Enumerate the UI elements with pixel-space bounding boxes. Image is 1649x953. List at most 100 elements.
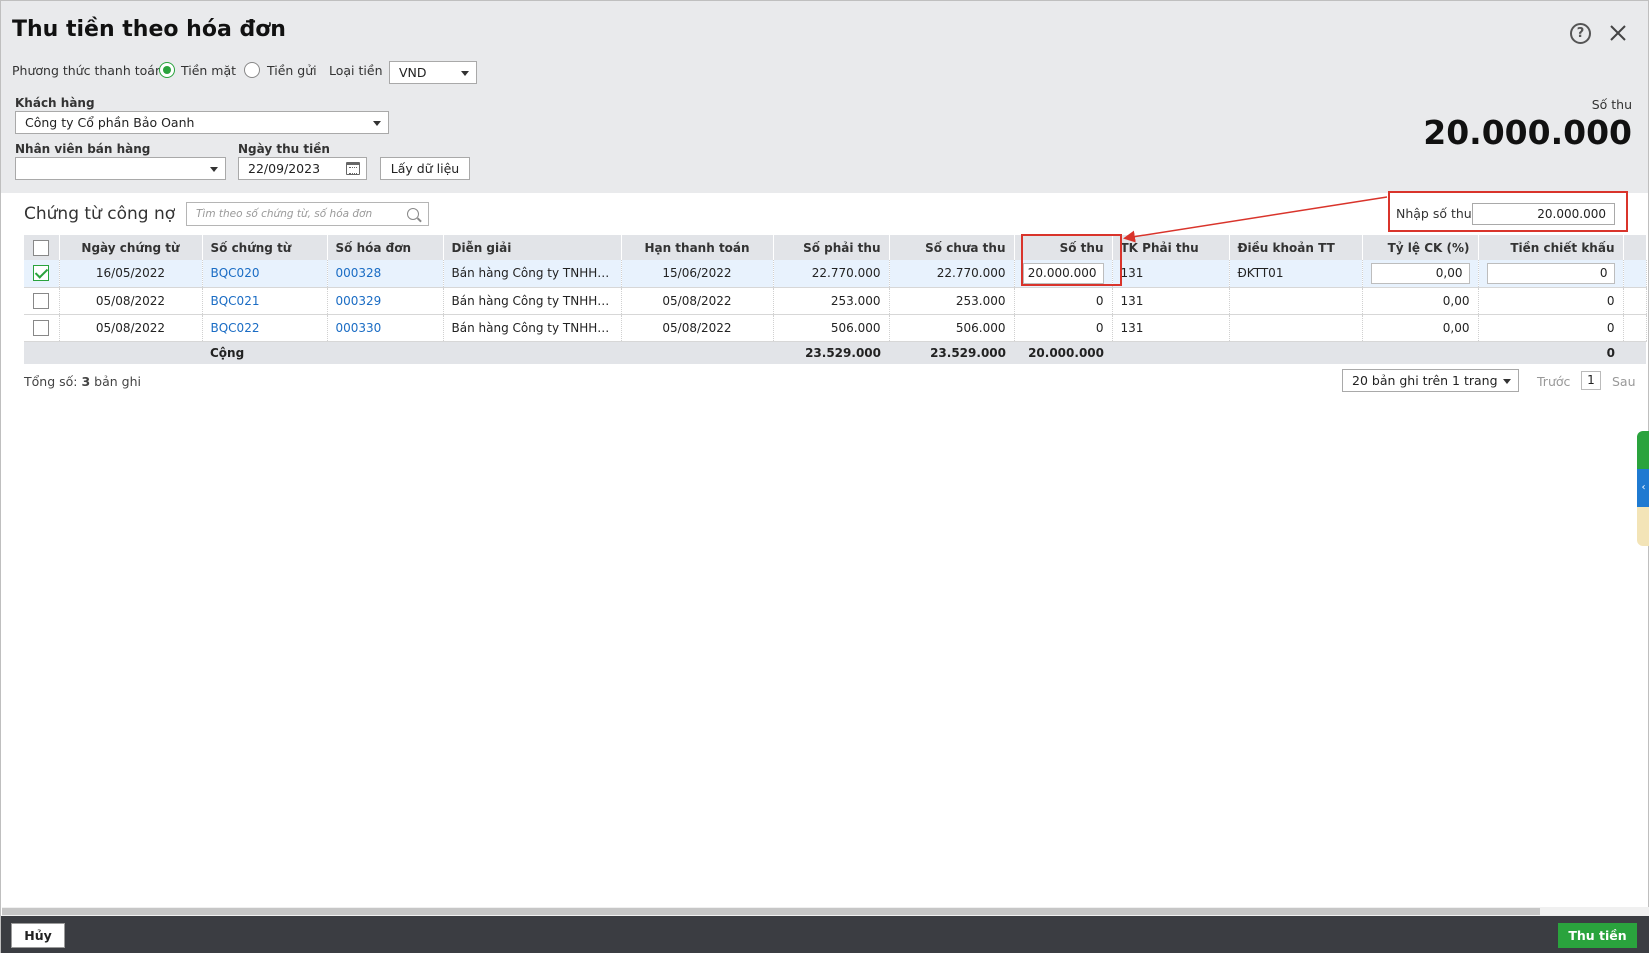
cell-voucher-link[interactable]: BQC020 (202, 260, 328, 288)
radio-cash-label[interactable]: Tiền mặt (181, 63, 236, 78)
side-panel-tab[interactable]: ‹ (1637, 431, 1649, 546)
cell-terms (1229, 287, 1363, 315)
cell-discount[interactable]: 0 (1478, 287, 1624, 315)
cell-desc: Bán hàng Công ty TNHH Bảo Oanh (443, 314, 622, 342)
col-header[interactable]: Số hóa đơn (327, 235, 444, 260)
table-row[interactable]: 05/08/2022 BQC022 000330 Bán hàng Công t… (24, 314, 1647, 342)
radio-cash[interactable] (159, 62, 175, 78)
cell-spacer (1623, 260, 1647, 288)
cell-received[interactable]: 0 (1014, 287, 1113, 315)
currency-select[interactable]: VND (389, 61, 477, 84)
total-empty (1623, 341, 1646, 364)
search-icon[interactable] (407, 208, 419, 220)
page-size-select[interactable]: 20 bản ghi trên 1 trang (1342, 369, 1519, 392)
chevron-down-icon (210, 167, 218, 172)
total-empty (24, 341, 59, 364)
radio-deposit-label[interactable]: Tiền gửi (267, 63, 317, 78)
help-icon[interactable]: ? (1570, 23, 1591, 44)
customer-select[interactable]: Công ty Cổ phần Bảo Oanh (15, 111, 389, 134)
cell-due: 15/06/2022 (621, 260, 774, 288)
next-page-button[interactable]: Sau (1612, 374, 1636, 389)
cell-discount[interactable]: 0 (1478, 314, 1624, 342)
cell-invoice-link[interactable]: 000329 (327, 287, 444, 315)
cell-invoice-link[interactable]: 000328 (327, 260, 444, 288)
cell-due: 05/08/2022 (621, 287, 774, 315)
currency-label: Loại tiền (329, 63, 383, 78)
col-header[interactable]: Hạn thanh toán (621, 235, 774, 260)
payment-method-label: Phương thức thanh toán (12, 63, 163, 78)
search-input[interactable]: Tìm theo số chứng từ, số hóa đơn (186, 202, 429, 226)
cell-account: 131 (1112, 260, 1230, 288)
total-receivable: 23.529.000 (773, 341, 889, 364)
total-empty (59, 341, 202, 364)
collect-payment-button[interactable]: Thu tiền (1558, 923, 1637, 948)
select-all-checkbox[interactable] (33, 239, 50, 256)
cell-invoice-link[interactable]: 000330 (327, 314, 444, 342)
total-label: Cộng (202, 341, 327, 364)
cell-receivable: 253.000 (773, 287, 890, 315)
col-header-spacer (1623, 235, 1647, 260)
prev-page-button[interactable]: Trước (1537, 374, 1570, 389)
col-header[interactable]: Điều khoản TT (1229, 235, 1363, 260)
current-page[interactable]: 1 (1581, 371, 1601, 390)
cell-account: 131 (1112, 287, 1230, 315)
col-header[interactable]: Tỷ lệ CK (%) (1362, 235, 1479, 260)
calendar-icon[interactable] (346, 162, 360, 175)
receipt-amount-value: 20.000.000 (1423, 113, 1632, 152)
date-field[interactable]: 22/09/2023 (238, 157, 367, 180)
salesperson-select[interactable] (15, 157, 226, 180)
cell-terms (1229, 314, 1363, 342)
cell-receivable: 506.000 (773, 314, 890, 342)
scrollbar-thumb[interactable] (2, 908, 1540, 915)
table-row[interactable]: 16/05/2022 BQC020 000328 Bán hàng Công t… (24, 260, 1647, 288)
enter-amount-label: Nhập số thu (1396, 206, 1472, 221)
col-header[interactable]: Số chưa thu (889, 235, 1015, 260)
fetch-data-button[interactable]: Lấy dữ liệu (380, 157, 470, 180)
row-select-cell (24, 314, 60, 342)
horizontal-scrollbar[interactable] (2, 907, 1649, 916)
close-icon[interactable] (1606, 21, 1630, 45)
date-label: Ngày thu tiền (238, 142, 330, 156)
table-row[interactable]: 05/08/2022 BQC021 000329 Bán hàng Công t… (24, 287, 1647, 315)
date-value: 22/09/2023 (248, 161, 321, 176)
chevron-left-icon[interactable]: ‹ (1637, 469, 1649, 507)
currency-value: VND (399, 65, 427, 80)
cell-voucher-link[interactable]: BQC022 (202, 314, 328, 342)
cell-due: 05/08/2022 (621, 314, 774, 342)
row-checkbox[interactable] (33, 265, 50, 282)
cell-rate[interactable]: 0,00 (1362, 287, 1479, 315)
row-checkbox[interactable] (33, 319, 50, 336)
record-count-prefix: Tổng số: (24, 374, 78, 389)
cell-date: 05/08/2022 (59, 314, 203, 342)
cell-discount: 0 (1478, 260, 1624, 288)
total-empty (1112, 341, 1229, 364)
total-empty (621, 341, 773, 364)
section-title: Chứng từ công nợ (24, 204, 176, 224)
discount-input[interactable]: 0 (1486, 262, 1615, 284)
debt-table: Ngày chứng từ Số chứng từ Số hóa đơn Diễ… (24, 235, 1647, 364)
col-header[interactable]: Ngày chứng từ (59, 235, 203, 260)
cell-terms: ĐKTT01 (1229, 260, 1363, 288)
col-header[interactable]: Tiền chiết khấu (1478, 235, 1624, 260)
search-placeholder: Tìm theo số chứng từ, số hóa đơn (196, 208, 373, 220)
dialog-title: Thu tiền theo hóa đơn (12, 17, 286, 42)
record-count-suffix: bản ghi (94, 374, 141, 389)
rate-input[interactable]: 0,00 (1370, 262, 1470, 284)
cell-rate[interactable]: 0,00 (1362, 314, 1479, 342)
row-checkbox[interactable] (33, 292, 50, 309)
customer-label: Khách hàng (15, 96, 95, 110)
customer-value: Công ty Cổ phần Bảo Oanh (25, 115, 195, 130)
radio-deposit[interactable] (244, 62, 260, 78)
cell-rate: 0,00 (1362, 260, 1479, 288)
cancel-button[interactable]: Hủy (11, 923, 65, 948)
total-row: Cộng 23.529.000 23.529.000 20.000.000 0 (24, 341, 1646, 364)
cell-voucher-link[interactable]: BQC021 (202, 287, 328, 315)
chevron-down-icon (1503, 379, 1511, 384)
cell-received[interactable]: 0 (1014, 314, 1113, 342)
enter-amount-input[interactable]: 20.000.000 (1472, 203, 1615, 225)
col-header[interactable]: Diễn giải (443, 235, 622, 260)
total-empty (1362, 341, 1478, 364)
col-header[interactable]: TK Phải thu (1112, 235, 1230, 260)
col-header[interactable]: Số phải thu (773, 235, 890, 260)
col-header[interactable]: Số chứng từ (202, 235, 328, 260)
